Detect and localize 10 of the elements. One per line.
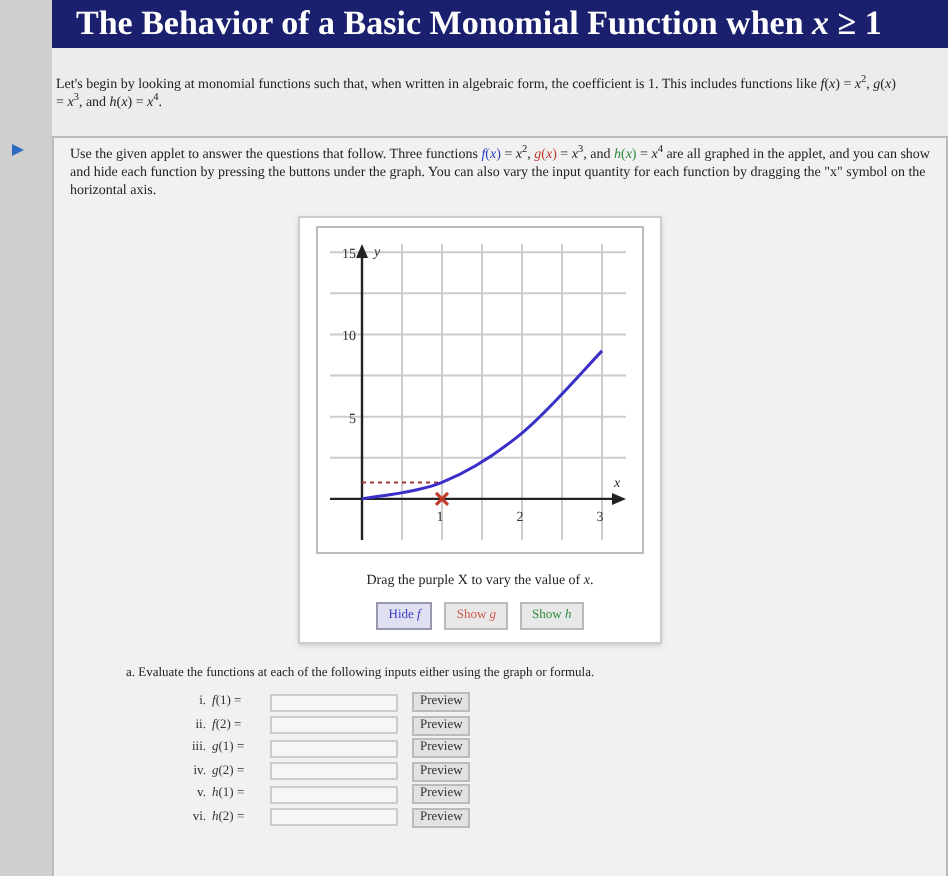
expand-arrow-icon[interactable] <box>12 144 24 156</box>
drag-marker[interactable] <box>434 491 450 507</box>
page-title: The Behavior of a Basic Monomial Function when x ≥ 1 <box>52 0 948 48</box>
answer-field[interactable] <box>270 739 398 758</box>
answer-field[interactable] <box>270 762 398 781</box>
guide-line <box>361 481 443 484</box>
answer-field[interactable] <box>270 693 398 712</box>
answer-field[interactable] <box>270 808 398 827</box>
answer-field[interactable] <box>270 716 398 735</box>
answer-field[interactable] <box>270 785 398 804</box>
